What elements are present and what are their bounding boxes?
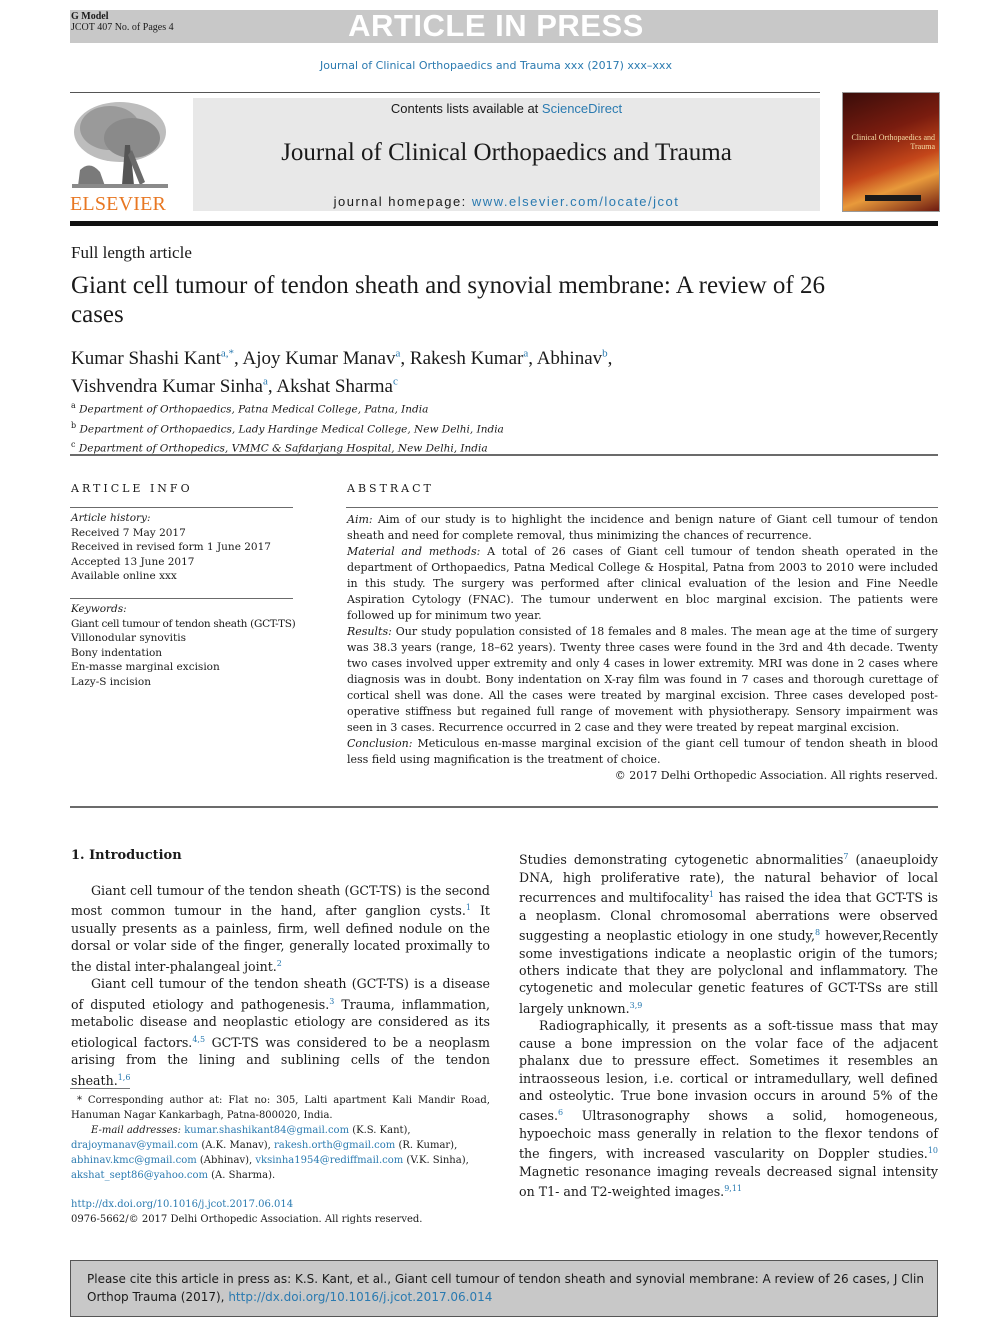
author-affiliation-ref[interactable]: c [393,375,398,387]
keyword: Giant cell tumour of tendon sheath (GCT-… [71,617,296,630]
homepage-prefix: journal homepage: [333,194,472,209]
history-label: Article history: [71,512,151,524]
cover-bar [865,195,921,201]
citation-ref[interactable]: 4,5 [192,1035,205,1044]
email-link[interactable]: akshat_sept86@yahoo.com [71,1170,208,1181]
journal-title: Journal of Clinical Orthopaedics and Tra… [281,139,732,166]
paragraph-text: Ultrasonography shows a solid, homogeneo… [519,1108,938,1162]
keywords-rule [70,598,293,599]
citation-body: Please cite this article in press as: K.… [87,1272,924,1304]
paragraph: Radiographically, it presents as a soft-… [519,1017,938,1201]
citation-doi-link[interactable]: http://dx.doi.org/10.1016/j.jcot.2017.06… [228,1290,492,1304]
journal-cover-image: Clinical Orthopaedics and Trauma [842,92,940,212]
doi-block: http://dx.doi.org/10.1016/j.jcot.2017.06… [71,1197,422,1227]
author: Akshat Sharmac [276,375,398,397]
article-status: ARTICLE IN PRESS [348,8,644,43]
email-link[interactable]: vksinha1954@rediffmail.com [255,1155,403,1166]
paragraph-text: Magnetic resonance imaging reveals decre… [519,1164,938,1200]
footnotes: * Corresponding author at: Flat no: 305,… [71,1093,490,1183]
author: Vishvendra Kumar Sinhaa, [71,375,277,397]
article-title: Giant cell tumour of tendon sheath and s… [71,272,825,328]
author-list: Kumar Shashi Kanta,*, Ajoy Kumar Manava,… [71,343,871,398]
abstract-methods: Material and methods: A total of 26 case… [347,545,938,622]
citation-ref[interactable]: 1,6 [118,1073,131,1082]
cover-title: Clinical Orthopaedics and Trauma [851,133,935,151]
sciencedirect-link[interactable]: ScienceDirect [542,101,622,116]
article-history: Article history: Received 7 May 2017 Rec… [71,511,296,584]
abstract-rule [346,507,938,508]
paragraph: Giant cell tumour of the tendon sheath (… [71,882,490,975]
author: Abhinavb, [536,348,613,370]
article-info-rule [70,507,293,508]
abstract-body: Aim: Aim of our study is to highlight th… [347,512,938,784]
header-rule [70,92,820,93]
abstract-heading: ABSTRACT [347,482,434,495]
article-info-heading: ARTICLE INFO [71,482,193,495]
elsevier-wordmark: ELSEVIER [70,193,167,215]
citation-ref[interactable]: 3,9 [630,1001,643,1010]
email-link[interactable]: rakesh.orth@gmail.com [274,1140,395,1151]
abstract-aim: Aim: Aim of our study is to highlight th… [347,513,938,542]
citation-ref[interactable]: 9,11 [724,1184,742,1193]
email-addresses: E-mail addresses: kumar.shashikant84@gma… [71,1125,469,1181]
abstract-results: Results: Our study population consisted … [347,625,938,734]
author: Ajoy Kumar Manava, [242,348,410,370]
section-divider [70,454,938,456]
abstract-copyright: © 2017 Delhi Orthopedic Association. All… [614,769,938,782]
affiliation: a Department of Orthopaedics, Patna Medi… [71,401,429,416]
section-heading: 1. Introduction [71,848,182,863]
affiliation: b Department of Orthopaedics, Lady Hardi… [71,420,504,436]
email-link[interactable]: abhinav.kmc@gmail.com [71,1155,197,1166]
email-label: E-mail addresses: [91,1125,182,1136]
keyword: Lazy-S incision [71,675,151,688]
corresponding-author-note: * Corresponding author at: Flat no: 305,… [71,1095,490,1121]
journal-reference: Journal of Clinical Orthopaedics and Tra… [320,59,672,72]
body-right-column: Studies demonstrating cytogenetic abnorm… [519,848,938,1201]
paragraph-text: Studies demonstrating cytogenetic abnorm… [519,852,844,868]
keywords-label: Keywords: [71,603,127,615]
author-affiliation-ref[interactable]: a,* [221,348,234,360]
header-thick-rule [70,221,938,226]
keyword: En-masse marginal excision [71,661,220,673]
issn-copyright: 0976-5662/© 2017 Delhi Orthopedic Associ… [71,1214,423,1225]
citation-ref[interactable]: 10 [928,1146,938,1155]
elsevier-tree-logo-icon [70,100,170,192]
abstract-conclusion: Conclusion: Meticulous en-masse marginal… [347,737,938,766]
paragraph: Studies demonstrating cytogenetic abnorm… [519,848,938,1017]
author: Kumar Shashi Kanta,*, [71,348,243,370]
citation-text: Please cite this article in press as: K.… [87,1270,927,1306]
paragraph: Giant cell tumour of the tendon sheath (… [71,975,490,1089]
paragraph-text: Giant cell tumour of the tendon sheath (… [71,883,490,919]
body-left-column: Giant cell tumour of the tendon sheath (… [71,882,490,1089]
homepage-link[interactable]: www.elsevier.com/locate/jcot [472,194,679,209]
email-link[interactable]: kumar.shashikant84@gmail.com [184,1125,349,1136]
history-item: Accepted 13 June 2017 [71,555,195,568]
history-item: Received in revised form 1 June 2017 [71,541,271,553]
keyword: Bony indentation [71,646,163,659]
history-item: Available online xxx [71,570,177,582]
author: Rakesh Kumara, [409,348,537,370]
affiliations: a Department of Orthopaedics, Patna Medi… [71,398,504,457]
contents-prefix: Contents lists available at [390,101,542,116]
section-divider [70,806,938,808]
email-link[interactable]: drajoymanav@ymail.com [71,1140,198,1151]
article-type: Full length article [71,243,192,262]
contents-available: Contents lists available at ScienceDirec… [193,101,820,116]
footnote-rule [70,1088,130,1089]
history-item: Received 7 May 2017 [71,526,186,539]
doi-link[interactable]: http://dx.doi.org/10.1016/j.jcot.2017.06… [71,1199,293,1210]
citation-ref[interactable]: 2 [277,959,282,968]
keywords: Keywords: Giant cell tumour of tendon sh… [71,602,301,689]
journal-homepage: journal homepage: www.elsevier.com/locat… [193,194,820,209]
keyword: Villonodular synovitis [71,632,186,644]
